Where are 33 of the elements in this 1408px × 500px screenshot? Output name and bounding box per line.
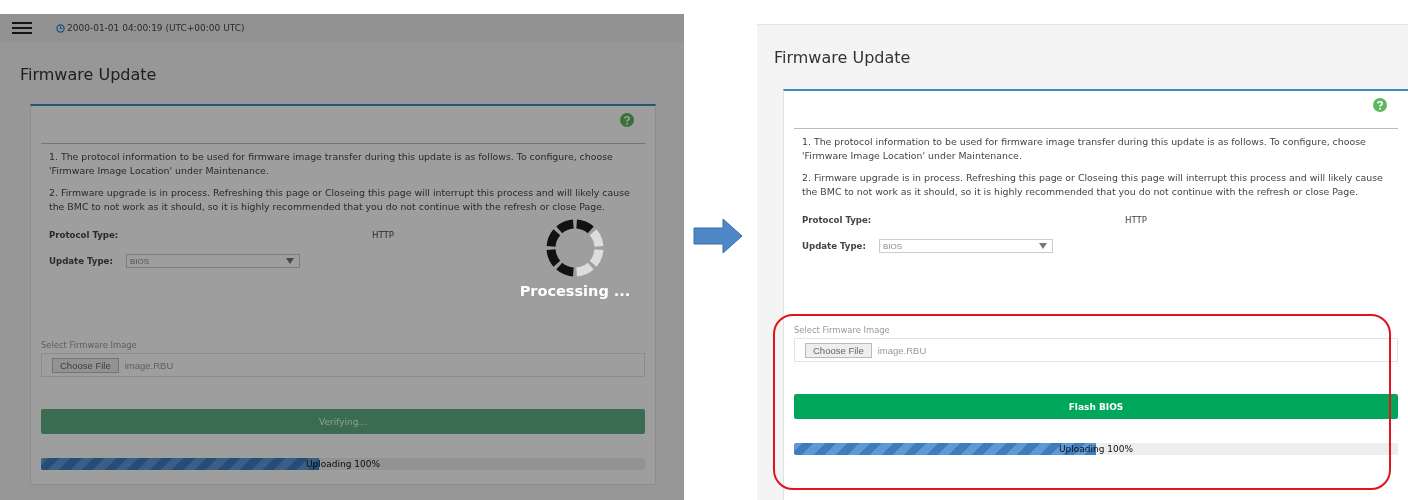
choose-file-button[interactable]: Choose File <box>52 357 119 373</box>
help-icon[interactable] <box>620 113 634 127</box>
page-title: Firmware Update <box>773 47 912 69</box>
update-type-select[interactable]: BIOS <box>126 254 300 268</box>
action-button[interactable]: Flash BIOS <box>794 394 1398 419</box>
info-note: 2. Firmware upgrade is in process. Refreshing this page or Closeing this page will interrupt this process and will likely cause the BMC to not work as it should, so it is highly recommended that you do not continue with the refresh or close Page. <box>49 186 631 213</box>
field-label: Update Type: <box>802 241 867 251</box>
update-type-select[interactable]: BIOS <box>879 239 1053 253</box>
processing-text: Processing ... <box>519 283 631 299</box>
caret-icon <box>1039 243 1047 249</box>
info-note: 1. The protocol information to be used for firmware image transfer during this update is as follows. To configure, choose 'Firmware Image Location' under Maintenance. <box>49 150 614 177</box>
field-label: Update Type: <box>49 256 114 266</box>
field-value: HTTP <box>372 230 394 240</box>
page-title: Firmware Update <box>19 64 158 86</box>
field-label: Select Firmware Image <box>794 325 891 335</box>
right-arrow-icon <box>693 218 743 254</box>
file-field[interactable]: Choose File image.RBU <box>41 353 645 377</box>
file-name: image.RBU <box>124 359 174 371</box>
file-field[interactable]: Choose File image.RBU <box>794 338 1398 362</box>
caret-icon <box>286 258 294 264</box>
menu-icon[interactable] <box>12 22 32 34</box>
help-icon[interactable] <box>1373 98 1387 112</box>
choose-file-button[interactable]: Choose File <box>805 342 872 358</box>
timestamp: 2000-01-01 04:00:19 (UTC+00:00 UTC) <box>67 23 245 33</box>
spinner-icon <box>546 219 604 277</box>
info-note: 1. The protocol information to be used for firmware image transfer during this update is as follows. To configure, choose 'Firmware Image Location' under Maintenance. <box>802 135 1367 162</box>
field-label: Select Firmware Image <box>41 340 138 350</box>
field-label: Protocol Type: <box>49 230 120 240</box>
file-name: image.RBU <box>877 344 927 356</box>
field-value: HTTP <box>1125 215 1147 225</box>
field-label: Protocol Type: <box>802 215 873 225</box>
clock-icon <box>56 23 65 33</box>
info-note: 2. Firmware upgrade is in process. Refreshing this page or Closeing this page will interrupt this process and will likely cause the BMC to not work as it should, so it is highly recommended that you do not continue with the refresh or close Page. <box>802 171 1384 198</box>
